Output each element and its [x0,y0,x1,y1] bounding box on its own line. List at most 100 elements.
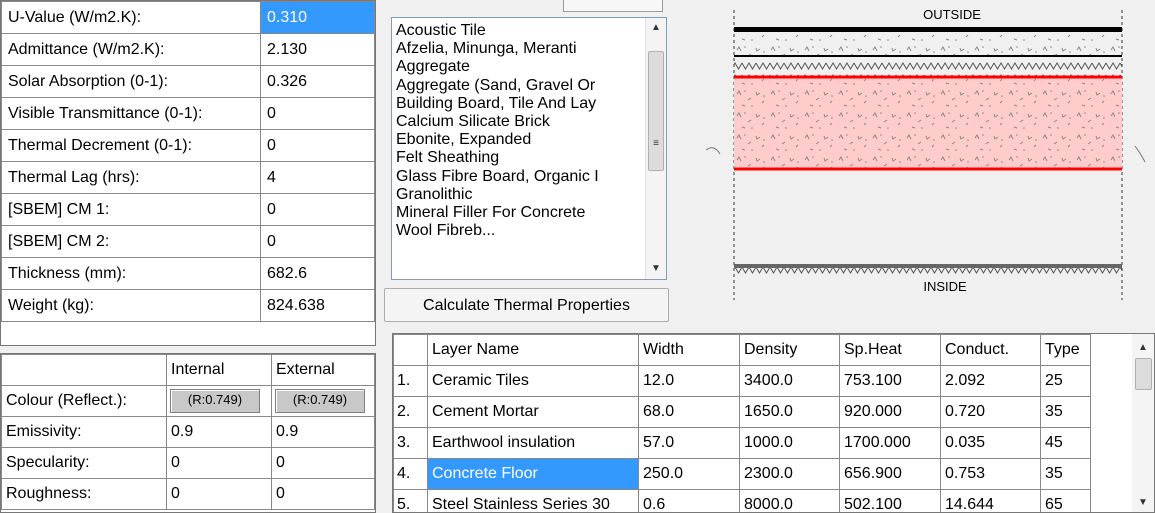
layer-spheat-cell[interactable]: 920.000 [839,396,941,428]
property-value[interactable]: 4 [260,161,375,194]
layer-name-cell[interactable]: Steel Stainless Series 30 [427,489,639,512]
layer-density-cell[interactable]: 1000.0 [739,427,840,459]
layers-header-name[interactable]: Layer Name [427,334,639,366]
surface-internal-cell[interactable]: 0.9 [166,416,272,448]
inside-label: INSIDE [923,279,967,294]
layer-type-cell[interactable]: 45 [1040,427,1091,459]
material-list-item[interactable]: Glass Fibre Board, Organic I [396,168,641,186]
layer-spheat-cell[interactable]: 753.100 [839,365,941,397]
layer-width-cell[interactable]: 250.0 [638,458,740,490]
layer-name-cell[interactable]: Earthwool insulation [427,427,639,459]
scroll-down-arrow-icon[interactable]: ▼ [1132,497,1154,508]
property-value[interactable]: 824.638 [260,289,375,322]
property-label: Solar Absorption (0-1): [1,65,261,98]
property-row: Admittance (W/m2.K): 2.130 [1,33,375,66]
property-value[interactable]: 0.310 [260,1,375,34]
layer-conduct-cell[interactable]: 0.753 [940,458,1041,490]
property-value[interactable]: 0 [260,97,375,130]
surface-header-external: External [271,354,375,386]
layers-scroll-thumb[interactable] [1135,358,1152,390]
layer-name-cell[interactable]: Cement Mortar [427,396,639,428]
surface-label: Colour (Reflect.): [1,385,167,417]
layers-header-density[interactable]: Density [739,334,840,366]
scroll-down-arrow-icon[interactable]: ▼ [646,261,666,277]
material-list[interactable]: Acoustic Tile Afzelia, Minunga, Meranti Ag… [391,17,667,280]
layer-row[interactable]: 3. Earthwool insulation 57.0 1000.0 1700.000… [393,427,1091,459]
layer-width-cell[interactable]: 0.6 [638,489,740,512]
layer-width-cell[interactable]: 68.0 [638,396,740,428]
property-value[interactable]: 682.6 [260,257,375,290]
layer-density-cell[interactable]: 3400.0 [739,365,840,397]
surface-external-cell[interactable]: 0 [271,478,375,510]
surface-external-cell[interactable]: 0.9 [271,416,375,448]
property-label: U-Value (W/m2.K): [1,1,261,34]
material-list-item[interactable]: Aggregate [396,58,641,76]
layer-density-cell[interactable]: 8000.0 [739,489,840,512]
surface-internal-cell[interactable]: 0 [166,447,272,479]
layer-cement-mortar [734,34,1122,56]
layer-spheat-cell[interactable]: 1700.000 [839,427,941,459]
scroll-up-arrow-icon[interactable]: ▲ [1132,342,1154,353]
surface-internal-cell[interactable]: 0 [166,478,272,510]
scroll-up-arrow-icon[interactable]: ▲ [646,20,666,36]
layers-header-conduct[interactable]: Conduct. [940,334,1041,366]
layers-header-type[interactable]: Type [1040,334,1091,366]
property-value[interactable]: 0 [260,225,375,258]
material-list-item[interactable]: Mineral Filler For Concrete [396,204,641,222]
layer-name-cell[interactable]: Ceramic Tiles [427,365,639,397]
material-list-item[interactable]: Granolithic [396,186,641,204]
layer-width-cell[interactable]: 12.0 [638,365,740,397]
property-value[interactable]: 0 [260,129,375,162]
material-list-scrollbar[interactable]: ▲ ≡ ▼ [645,18,666,279]
layers-scrollbar[interactable]: ▲ ▼ [1132,334,1154,512]
layer-row[interactable]: 2. Cement Mortar 68.0 1650.0 920.000 0.720 35 [393,396,1091,428]
layer-type-cell[interactable]: 35 [1040,396,1091,428]
layer-num-cell: 3. [393,427,428,459]
layer-row[interactable]: 5. Steel Stainless Series 30 0.6 8000.0 502.… [393,489,1091,512]
material-category-dropdown[interactable] [563,0,663,12]
layer-type-cell[interactable]: 65 [1040,489,1091,512]
layer-width-cell[interactable]: 57.0 [638,427,740,459]
layer-row[interactable]: 1. Ceramic Tiles 12.0 3400.0 753.100 2.092 25 [393,365,1091,397]
material-list-item[interactable]: Calcium Silicate Brick [396,113,641,131]
surface-external-cell[interactable]: (R:0.749) [271,385,375,417]
layer-type-cell[interactable]: 25 [1040,365,1091,397]
layer-num-cell: 1. [393,365,428,397]
material-list-item[interactable]: Wool Fibreb... [396,222,641,240]
material-list-item[interactable]: Building Board, Tile And Lay [396,95,641,113]
property-label: [SBEM] CM 2: [1,225,261,258]
property-value[interactable]: 0.326 [260,65,375,98]
colour-external-button[interactable]: (R:0.749) [275,389,365,413]
layers-header-width[interactable]: Width [638,334,740,366]
layers-header-spheat[interactable]: Sp.Heat [839,334,941,366]
calculate-thermal-properties-button[interactable]: Calculate Thermal Properties [384,288,669,322]
properties-grid: U-Value (W/m2.K): 0.310 Admittance (W/m2.K… [0,0,376,346]
layer-conduct-cell[interactable]: 0.720 [940,396,1041,428]
layer-spheat-cell[interactable]: 502.100 [839,489,941,512]
material-list-item[interactable]: Acoustic Tile [396,22,641,40]
layer-spheat-cell[interactable]: 656.900 [839,458,941,490]
layer-row[interactable]: 4. Concrete Floor 250.0 2300.0 656.900 0.753 3… [393,458,1091,490]
property-row: Thermal Decrement (0-1): 0 [1,129,375,162]
layer-density-cell[interactable]: 1650.0 [739,396,840,428]
material-list-scroll-thumb[interactable] [648,51,664,171]
material-list-item[interactable]: Ebonite, Expanded [396,131,641,149]
layer-type-cell[interactable]: 35 [1040,458,1091,490]
layer-name-cell[interactable]: Concrete Floor [427,458,639,490]
outside-label: OUTSIDE [923,7,981,22]
property-value[interactable]: 0 [260,193,375,226]
layer-density-cell[interactable]: 2300.0 [739,458,840,490]
material-list-item[interactable]: Aggregate (Sand, Gravel Or [396,77,641,95]
layer-conduct-cell[interactable]: 2.092 [940,365,1041,397]
colour-internal-button[interactable]: (R:0.749) [170,389,260,413]
surface-external-cell[interactable]: 0 [271,447,375,479]
property-label: Thickness (mm): [1,257,261,290]
material-list-item[interactable]: Felt Sheathing [396,149,641,167]
layer-conduct-cell[interactable]: 0.035 [940,427,1041,459]
property-value[interactable]: 2.130 [260,33,375,66]
material-list-item[interactable]: Afzelia, Minunga, Meranti [396,40,641,58]
surface-internal-cell[interactable]: (R:0.749) [166,385,272,417]
property-row: Thickness (mm): 682.6 [1,257,375,290]
layer-conduct-cell[interactable]: 14.644 [940,489,1041,512]
property-label: Weight (kg): [1,289,261,322]
